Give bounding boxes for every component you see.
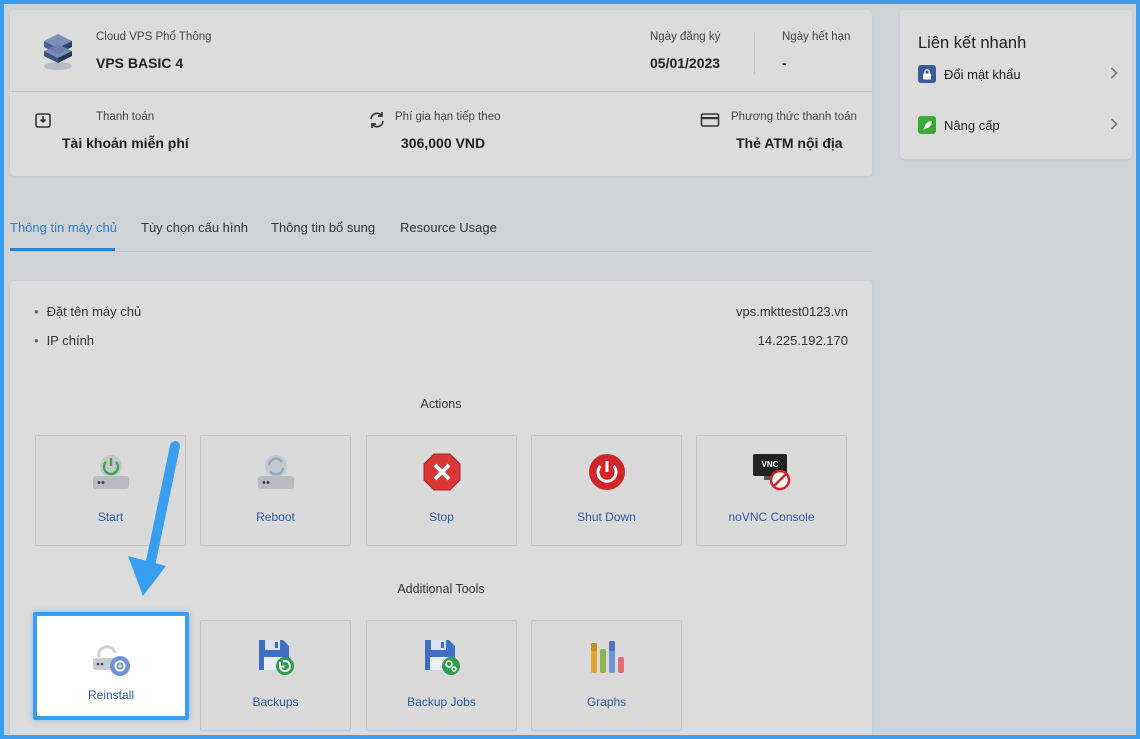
chevron-right-icon (1110, 117, 1118, 133)
info-label: Đặt tên máy chủ (46, 304, 142, 319)
reboot-drive-icon (256, 452, 296, 492)
renew-label: Phí gia hạn tiếp theo (395, 111, 501, 123)
tile-label: Shut Down (577, 510, 636, 524)
tile-label: Backup Jobs (407, 695, 476, 709)
tab-additional-info[interactable]: Thông tin bổ sung (271, 220, 375, 235)
reinstall-button[interactable]: Reinstall (33, 612, 189, 720)
info-label: IP chính (46, 333, 95, 348)
info-row-hostname: • Đặt tên máy chủ vps.mkttest0123.vn (34, 304, 848, 319)
billing-value: Tài khoản miễn phí (62, 135, 189, 151)
card-icon (700, 112, 720, 128)
reg-date-label: Ngày đăng ký (650, 31, 721, 43)
date-divider (754, 32, 755, 74)
lock-icon (918, 65, 936, 83)
graphs-button[interactable]: Graphs (531, 620, 682, 731)
bullet: • (34, 304, 39, 319)
reboot-button[interactable]: Reboot (200, 435, 351, 546)
tab-server-info[interactable]: Thông tin máy chủ (10, 220, 117, 235)
novnc-console-button[interactable]: VNC noVNC Console (696, 435, 847, 546)
vnc-console-icon: VNC (752, 452, 792, 492)
active-tab-indicator (10, 248, 115, 251)
renew-icon (368, 111, 386, 129)
quick-links-title: Liên kết nhanh (918, 34, 1027, 52)
quick-link-upgrade[interactable]: Nâng cấp (918, 114, 1118, 136)
billing-icon (34, 111, 52, 129)
tile-label: Graphs (586, 695, 627, 709)
quick-link-change-password[interactable]: Đổi mật khẩu (918, 63, 1118, 85)
backups-button[interactable]: Backups (200, 620, 351, 731)
service-name: VPS BASIC 4 (96, 55, 184, 71)
shut-down-button[interactable]: Shut Down (531, 435, 682, 546)
graphs-icon (587, 637, 627, 677)
bullet: • (34, 333, 39, 348)
quick-link-label: Đổi mật khẩu (944, 66, 1021, 82)
backups-icon (256, 637, 296, 677)
pointer-arrow-annotation (120, 438, 190, 598)
tile-label: Reinstall (87, 688, 135, 702)
exp-date-label: Ngày hết hạn (782, 31, 851, 43)
tile-label: Stop (429, 510, 454, 524)
shutdown-icon (587, 452, 627, 492)
quick-links-card: Liên kết nhanh Đổi mật khẩu Nâng cấp (900, 10, 1132, 159)
chevron-right-icon (1110, 66, 1118, 82)
info-row-ip: • IP chính 14.225.192.170 (34, 333, 848, 348)
stop-icon (422, 452, 462, 492)
method-label: Phương thức thanh toán (731, 111, 857, 123)
info-value: 14.225.192.170 (757, 333, 848, 348)
rocket-icon (918, 116, 936, 134)
service-tabs: Thông tin máy chủ Tùy chọn cấu hình Thôn… (10, 206, 872, 252)
vnc-badge-text: VNC (761, 460, 778, 469)
tab-resource-usage[interactable]: Resource Usage (400, 220, 497, 235)
stop-button[interactable]: Stop (366, 435, 517, 546)
backup-jobs-button[interactable]: Backup Jobs (366, 620, 517, 731)
renew-value: 306,000 VND (401, 135, 486, 151)
quick-link-label: Nâng cấp (944, 117, 1000, 133)
reinstall-icon (91, 638, 131, 678)
service-summary-bottom: Thanh toán Tài khoản miễn phí Phí gia hạ… (10, 93, 872, 176)
reg-date-value: 05/01/2023 (650, 55, 721, 71)
server-stack-icon (38, 30, 78, 72)
tab-config-options[interactable]: Tùy chọn cấu hình (141, 220, 248, 235)
info-value: vps.mkttest0123.vn (736, 304, 848, 319)
tile-label: Backups (252, 695, 299, 709)
backup-jobs-icon (422, 637, 462, 677)
actions-title: Actions (420, 397, 462, 411)
service-summary-card: Cloud VPS Phổ Thông VPS BASIC 4 Ngày đăn… (10, 10, 872, 176)
tile-label: Reboot (256, 510, 295, 524)
service-category: Cloud VPS Phổ Thông (96, 31, 212, 43)
exp-date-value: - (782, 55, 787, 71)
service-summary-top: Cloud VPS Phổ Thông VPS BASIC 4 Ngày đăn… (10, 10, 872, 92)
billing-label: Thanh toán (96, 111, 155, 123)
tile-label: noVNC Console (728, 510, 815, 524)
method-value: Thẻ ATM nội địa (736, 135, 843, 151)
